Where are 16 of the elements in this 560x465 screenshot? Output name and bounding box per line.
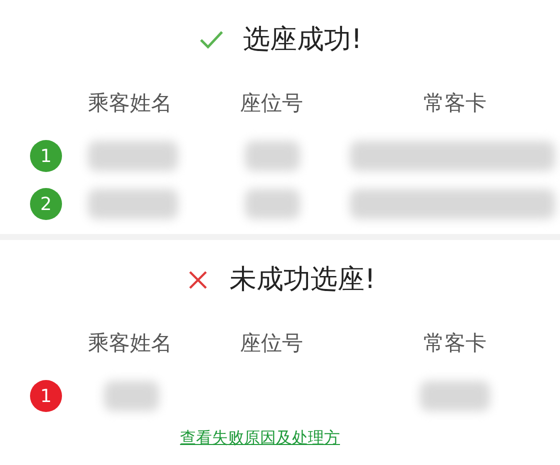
section-title: 未成功选座! — [230, 262, 376, 297]
column-header: 常客卡 — [422, 330, 488, 358]
blurred-text — [420, 381, 490, 411]
row-number: 2 — [30, 188, 62, 220]
failure-reason-link[interactable]: 查看失败原因及处理方 — [180, 428, 340, 447]
section-title: 选座成功! — [243, 22, 362, 57]
row-number: 1 — [30, 140, 62, 172]
blurred-text — [245, 189, 300, 219]
column-header: 座位号 — [240, 90, 304, 118]
column-header: 常客卡 — [422, 90, 488, 118]
blurred-text — [104, 381, 159, 411]
column-header: 乘客姓名 — [88, 90, 173, 118]
column-header: 乘客姓名 — [88, 330, 173, 358]
row-number: 1 — [30, 380, 62, 412]
column-header: 座位号 — [240, 330, 304, 358]
blurred-text — [245, 141, 300, 171]
